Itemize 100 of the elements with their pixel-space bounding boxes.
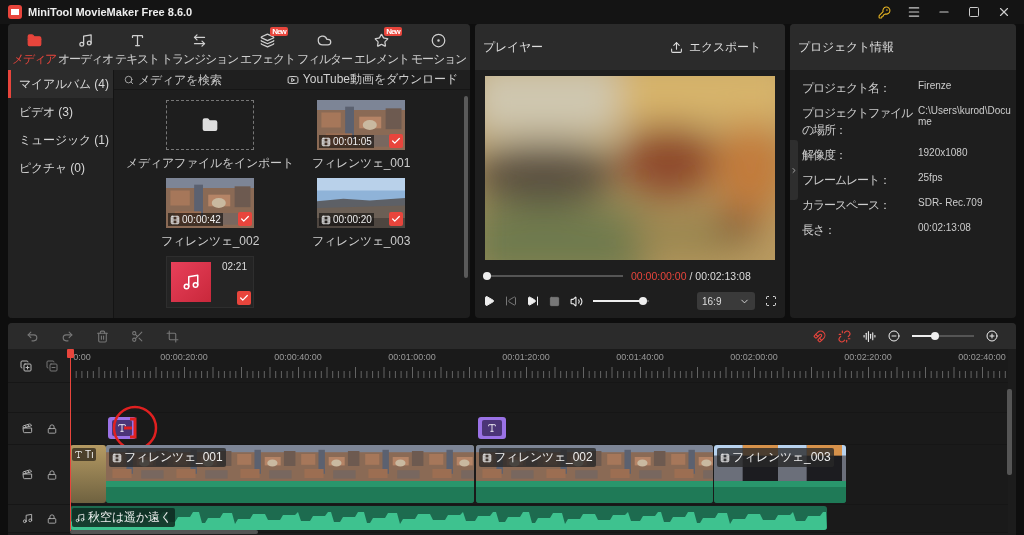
video-clip[interactable]: フィレンツェ_002 xyxy=(476,445,713,503)
redo-button[interactable] xyxy=(61,329,74,343)
film-icon xyxy=(321,136,331,147)
scrollbar[interactable] xyxy=(464,96,468,278)
volume-button[interactable] xyxy=(570,294,583,308)
previous-button[interactable] xyxy=(505,295,517,307)
duration-label: 02:21 xyxy=(221,261,247,272)
text-icon xyxy=(117,423,127,433)
checkbox[interactable] xyxy=(237,291,251,305)
play-button[interactable] xyxy=(483,295,495,307)
audio-clip[interactable]: 秋空は遥か遠く xyxy=(70,506,827,530)
magnet-button[interactable] xyxy=(813,329,826,343)
media-thumbnail[interactable]: 00:01:05 xyxy=(317,100,405,150)
film-icon xyxy=(482,452,492,463)
check-icon xyxy=(391,214,401,224)
crop-button[interactable] xyxy=(166,329,179,343)
seek-thumb[interactable] xyxy=(483,272,491,280)
media-tab[interactable]: モーション xyxy=(411,26,466,68)
scrollbar[interactable] xyxy=(1007,389,1012,475)
track-icon xyxy=(21,423,33,434)
total-time: / 00:02:13:08 xyxy=(689,270,751,282)
zoom-out-button[interactable] xyxy=(888,330,900,342)
zoom-thumb[interactable] xyxy=(930,332,939,340)
info-label: プロジェクトファイルの場所： xyxy=(802,105,914,139)
check-icon xyxy=(240,214,250,224)
volume-thumb[interactable] xyxy=(638,297,647,305)
media-tab[interactable]: トランジション xyxy=(161,26,238,68)
search-field[interactable]: メディアを検索 xyxy=(124,72,238,87)
video-clip[interactable]: フィレンツェ_001 xyxy=(106,445,474,503)
key-icon xyxy=(877,5,891,19)
scrollbar[interactable] xyxy=(70,530,258,534)
album-item[interactable]: ミュージック (1) xyxy=(8,126,113,154)
checkbox[interactable] xyxy=(238,212,252,226)
media-tab[interactable]: New エフェクト xyxy=(240,26,295,68)
film-icon xyxy=(170,214,180,225)
volume-icon xyxy=(570,294,583,308)
film-icon xyxy=(720,452,730,463)
cut-button[interactable] xyxy=(131,329,144,343)
ruler-time: 00:02:20:00 xyxy=(844,352,892,362)
media-thumbnail[interactable]: 00:00:20 xyxy=(317,178,405,228)
film-icon xyxy=(112,452,122,463)
import-tile[interactable] xyxy=(166,100,254,150)
magnet-icon xyxy=(813,329,826,343)
clip-label: 秋空は遥か遠く xyxy=(72,508,175,527)
media-tab[interactable]: オーディオ xyxy=(58,26,113,68)
zoom-in-button[interactable] xyxy=(986,330,998,342)
checkbox[interactable] xyxy=(389,212,403,226)
media-tab[interactable]: テキスト xyxy=(115,26,159,68)
text-icon xyxy=(129,32,145,48)
title-clip-label: Tı xyxy=(72,448,96,461)
current-time: 00:00:00:00 xyxy=(631,270,687,282)
unlink-button[interactable] xyxy=(838,329,851,343)
media-thumbnail[interactable]: 00:00:42 xyxy=(166,178,254,228)
lock-icon xyxy=(46,469,57,480)
clip-label: フィレンツェ_003 xyxy=(717,448,834,467)
collapse-handle[interactable] xyxy=(790,140,798,200)
stop-button[interactable] xyxy=(549,295,560,307)
info-label: カラースペース： xyxy=(802,197,891,214)
video-clip[interactable]: フィレンツェ_003 xyxy=(714,445,846,503)
undo-icon xyxy=(26,329,39,343)
upload-icon xyxy=(670,40,683,54)
circle-icon xyxy=(431,32,446,48)
search-icon xyxy=(124,74,134,85)
ruler-time: 00:01:20:00 xyxy=(502,352,550,362)
media-tab[interactable]: フィルター xyxy=(297,26,352,68)
export-button[interactable]: エクスポート xyxy=(664,37,767,57)
window-title: MiniTool MovieMaker Free 8.6.0 xyxy=(28,6,194,18)
checkbox[interactable] xyxy=(389,134,403,148)
audio-wave-icon xyxy=(863,329,876,343)
text-icon xyxy=(74,450,83,459)
media-label: フィレンツェ_002 xyxy=(160,233,260,250)
media-label: フィレンツェ_003 xyxy=(311,233,411,250)
media-tab[interactable]: New エレメント xyxy=(354,26,409,68)
title-clip[interactable]: Tı xyxy=(70,445,106,503)
next-button[interactable] xyxy=(527,295,539,307)
youtube-download-link[interactable]: YouTube動画をダウンロード xyxy=(286,71,458,88)
fullscreen-button[interactable] xyxy=(765,295,777,307)
undo-button[interactable] xyxy=(26,329,39,343)
play-icon xyxy=(483,295,495,307)
arrows-icon xyxy=(192,32,207,48)
audio-button[interactable] xyxy=(863,329,876,343)
check-icon xyxy=(239,293,249,303)
redo-icon xyxy=(61,329,74,343)
media-tab[interactable]: メディア xyxy=(12,26,56,68)
layers-icon xyxy=(260,32,275,48)
panel-title: プロジェクト情報 xyxy=(798,38,894,56)
delete-button[interactable] xyxy=(96,329,109,343)
audio-tile[interactable]: 02:21 xyxy=(166,256,254,308)
music-icon xyxy=(75,512,85,523)
album-item[interactable]: ビデオ (3) xyxy=(8,98,113,126)
aspect-dropdown[interactable]: 16:9 xyxy=(697,292,755,310)
info-label: プロジェクト名： xyxy=(802,80,891,97)
add-track-icon xyxy=(20,359,32,372)
album-item[interactable]: マイアルバム (4) xyxy=(8,70,113,98)
info-value: 1920x1080 xyxy=(918,147,969,160)
info-value: 00:02:13:08 xyxy=(918,222,972,235)
album-item[interactable]: ピクチャ (0) xyxy=(8,154,113,182)
text-clip[interactable] xyxy=(478,417,506,439)
zoom-in-icon xyxy=(986,330,998,342)
ruler-time: 00:02:40:00 xyxy=(958,352,1006,362)
